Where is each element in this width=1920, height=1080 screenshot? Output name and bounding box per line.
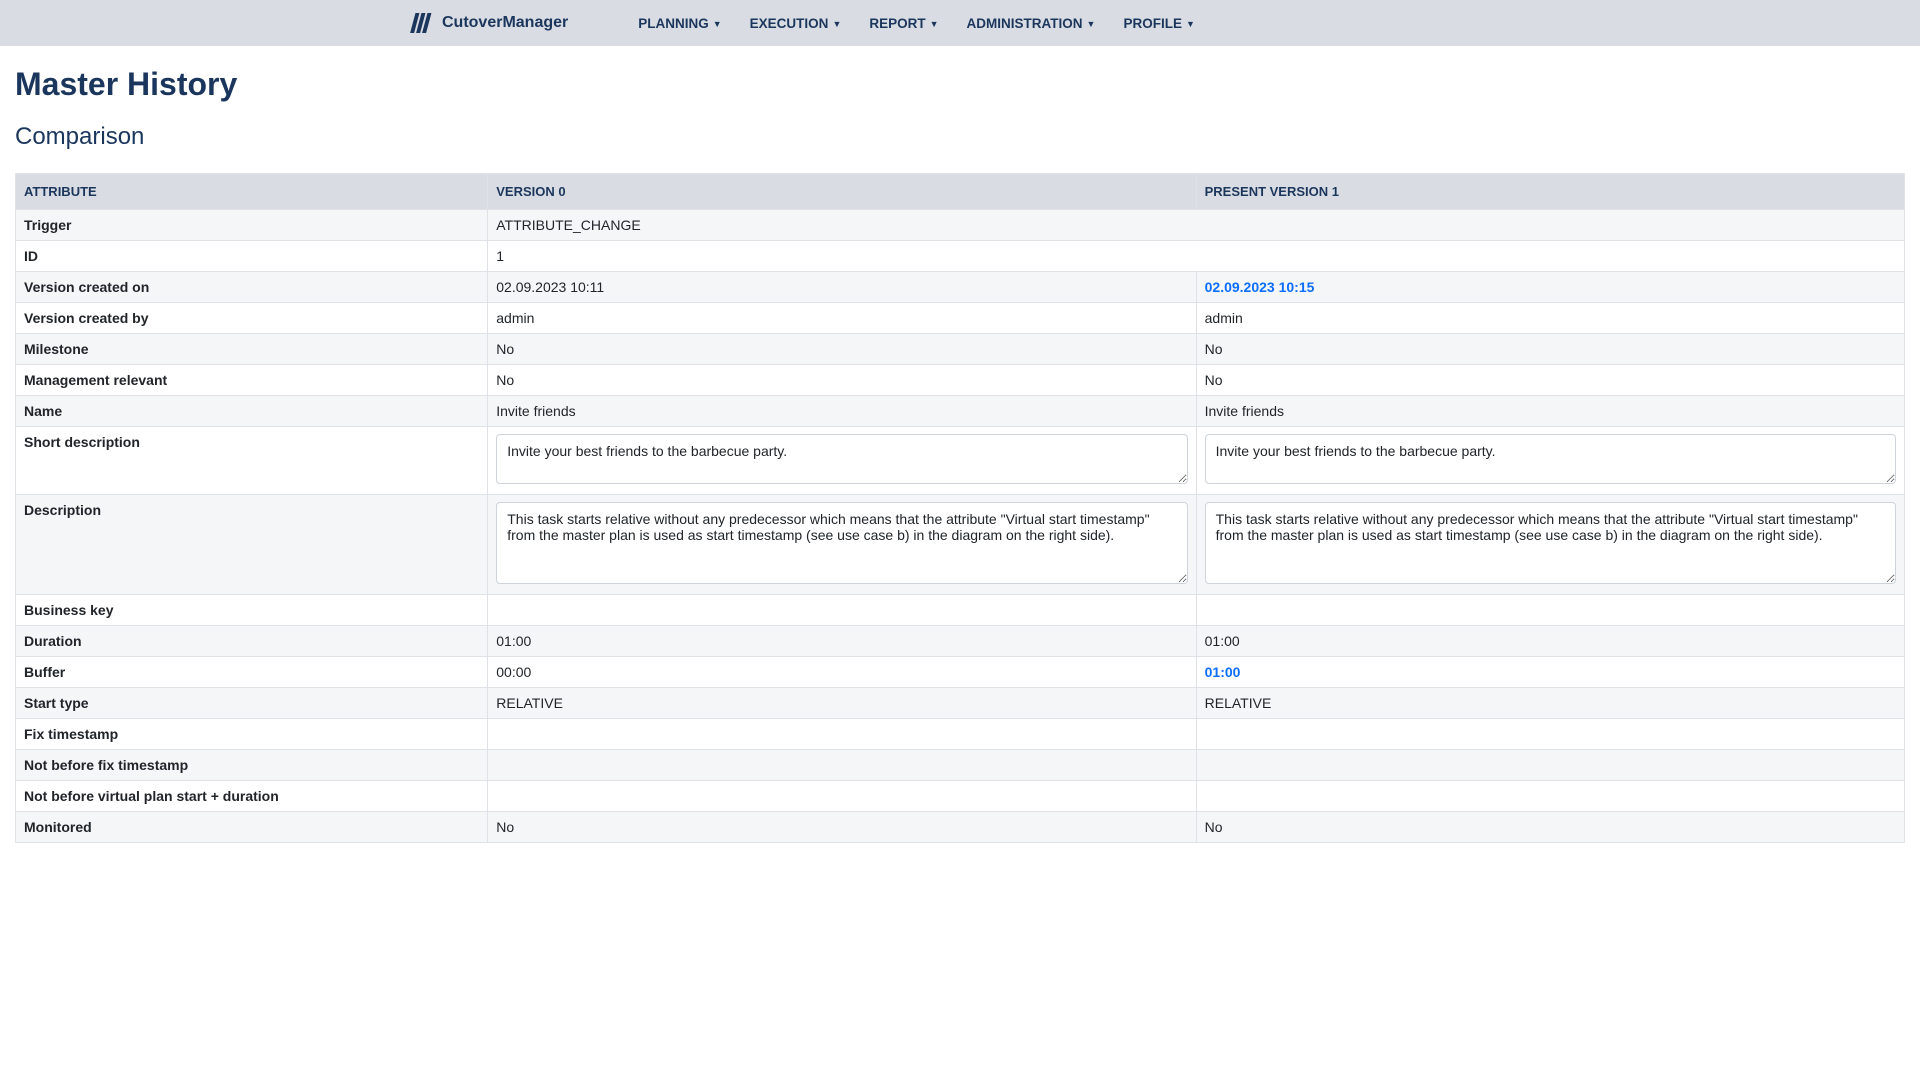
- value-v0: 00:00: [488, 657, 1196, 688]
- attribute-label: Name: [16, 396, 488, 427]
- attribute-label: Not before fix timestamp: [16, 750, 488, 781]
- value-v0: 02.09.2023 10:11: [488, 272, 1196, 303]
- value-v0: No: [488, 334, 1196, 365]
- table-row: Description: [16, 495, 1905, 595]
- section-title: Comparison: [15, 123, 1905, 151]
- attribute-label: Buffer: [16, 657, 488, 688]
- value-v1: RELATIVE: [1196, 688, 1904, 719]
- table-row: MonitoredNoNo: [16, 812, 1905, 843]
- table-row: Duration01:0001:00: [16, 626, 1905, 657]
- table-row: Business key: [16, 595, 1905, 626]
- chevron-down-icon: ▼: [832, 19, 841, 29]
- value-textarea[interactable]: [496, 434, 1187, 484]
- navbar: CutoverManager PLANNING▼EXECUTION▼REPORT…: [0, 0, 1920, 46]
- attribute-label: Fix timestamp: [16, 719, 488, 750]
- changed-value: 01:00: [1205, 664, 1241, 680]
- value-v0: Invite friends: [488, 396, 1196, 427]
- table-row: Fix timestamp: [16, 719, 1905, 750]
- attribute-label: Short description: [16, 427, 488, 495]
- comparison-table: ATTRIBUTE VERSION 0 PRESENT VERSION 1 Tr…: [15, 173, 1905, 843]
- attribute-label: Description: [16, 495, 488, 595]
- nav-item-label: ADMINISTRATION: [967, 16, 1083, 31]
- value-v1: [1196, 495, 1904, 595]
- value-v0: No: [488, 365, 1196, 396]
- value-v1: Invite friends: [1196, 396, 1904, 427]
- value-v0: ATTRIBUTE_CHANGE: [488, 210, 1905, 241]
- attribute-label: Trigger: [16, 210, 488, 241]
- value-v1: [1196, 750, 1904, 781]
- value-v1: [1196, 427, 1904, 495]
- table-row: NameInvite friendsInvite friends: [16, 396, 1905, 427]
- nav-item-planning[interactable]: PLANNING ▼: [638, 16, 721, 31]
- value-v0: 1: [488, 241, 1905, 272]
- attribute-label: ID: [16, 241, 488, 272]
- table-row: Not before virtual plan start + duration: [16, 781, 1905, 812]
- table-row: TriggerATTRIBUTE_CHANGE: [16, 210, 1905, 241]
- chevron-down-icon: ▼: [930, 19, 939, 29]
- value-v0: [488, 495, 1196, 595]
- value-textarea[interactable]: [1205, 434, 1896, 484]
- nav-item-label: PROFILE: [1123, 16, 1182, 31]
- table-row: Management relevantNoNo: [16, 365, 1905, 396]
- attribute-label: Milestone: [16, 334, 488, 365]
- changed-value: 02.09.2023 10:15: [1205, 279, 1315, 295]
- nav-item-administration[interactable]: ADMINISTRATION ▼: [967, 16, 1096, 31]
- value-v1: 01:00: [1196, 657, 1904, 688]
- value-v0: [488, 750, 1196, 781]
- attribute-label: Monitored: [16, 812, 488, 843]
- value-v0: [488, 719, 1196, 750]
- table-row: MilestoneNoNo: [16, 334, 1905, 365]
- attribute-label: Version created on: [16, 272, 488, 303]
- header-attribute: ATTRIBUTE: [16, 174, 488, 210]
- table-row: Version created byadminadmin: [16, 303, 1905, 334]
- attribute-label: Duration: [16, 626, 488, 657]
- value-v1: 02.09.2023 10:15: [1196, 272, 1904, 303]
- brand[interactable]: CutoverManager: [410, 11, 568, 35]
- nav-items: PLANNING▼EXECUTION▼REPORT▼ADMINISTRATION…: [638, 16, 1195, 31]
- table-row: Buffer00:00 01:00: [16, 657, 1905, 688]
- attribute-label: Start type: [16, 688, 488, 719]
- table-row: Start typeRELATIVERELATIVE: [16, 688, 1905, 719]
- nav-item-profile[interactable]: PROFILE ▼: [1123, 16, 1194, 31]
- brand-text: CutoverManager: [442, 14, 568, 32]
- attribute-label: Business key: [16, 595, 488, 626]
- value-v1: No: [1196, 365, 1904, 396]
- value-v0: 01:00: [488, 626, 1196, 657]
- value-v1: [1196, 595, 1904, 626]
- nav-item-report[interactable]: REPORT ▼: [869, 16, 938, 31]
- value-v0: [488, 781, 1196, 812]
- value-v1: No: [1196, 812, 1904, 843]
- value-v1: 01:00: [1196, 626, 1904, 657]
- table-row: Version created on02.09.2023 10:11 02.09.…: [16, 272, 1905, 303]
- nav-item-label: PLANNING: [638, 16, 709, 31]
- table-row: ID1: [16, 241, 1905, 272]
- attribute-label: Not before virtual plan start + duration: [16, 781, 488, 812]
- value-v1: [1196, 719, 1904, 750]
- brand-logo-icon: [410, 11, 434, 35]
- value-v0: [488, 595, 1196, 626]
- page-title: Master History: [15, 66, 1905, 103]
- header-version-0: VERSION 0: [488, 174, 1196, 210]
- attribute-label: Version created by: [16, 303, 488, 334]
- chevron-down-icon: ▼: [1087, 19, 1096, 29]
- value-v1: No: [1196, 334, 1904, 365]
- nav-item-execution[interactable]: EXECUTION▼: [750, 16, 842, 31]
- value-v0: admin: [488, 303, 1196, 334]
- value-textarea[interactable]: [496, 502, 1187, 584]
- value-v0: No: [488, 812, 1196, 843]
- value-v0: [488, 427, 1196, 495]
- attribute-label: Management relevant: [16, 365, 488, 396]
- value-v0: RELATIVE: [488, 688, 1196, 719]
- chevron-down-icon: ▼: [713, 19, 722, 29]
- value-v1: [1196, 781, 1904, 812]
- nav-item-label: REPORT: [869, 16, 925, 31]
- table-row: Short description: [16, 427, 1905, 495]
- table-row: Not before fix timestamp: [16, 750, 1905, 781]
- value-textarea[interactable]: [1205, 502, 1896, 584]
- value-v1: admin: [1196, 303, 1904, 334]
- header-present-version: PRESENT VERSION 1: [1196, 174, 1904, 210]
- nav-item-label: EXECUTION: [750, 16, 829, 31]
- chevron-down-icon: ▼: [1186, 19, 1195, 29]
